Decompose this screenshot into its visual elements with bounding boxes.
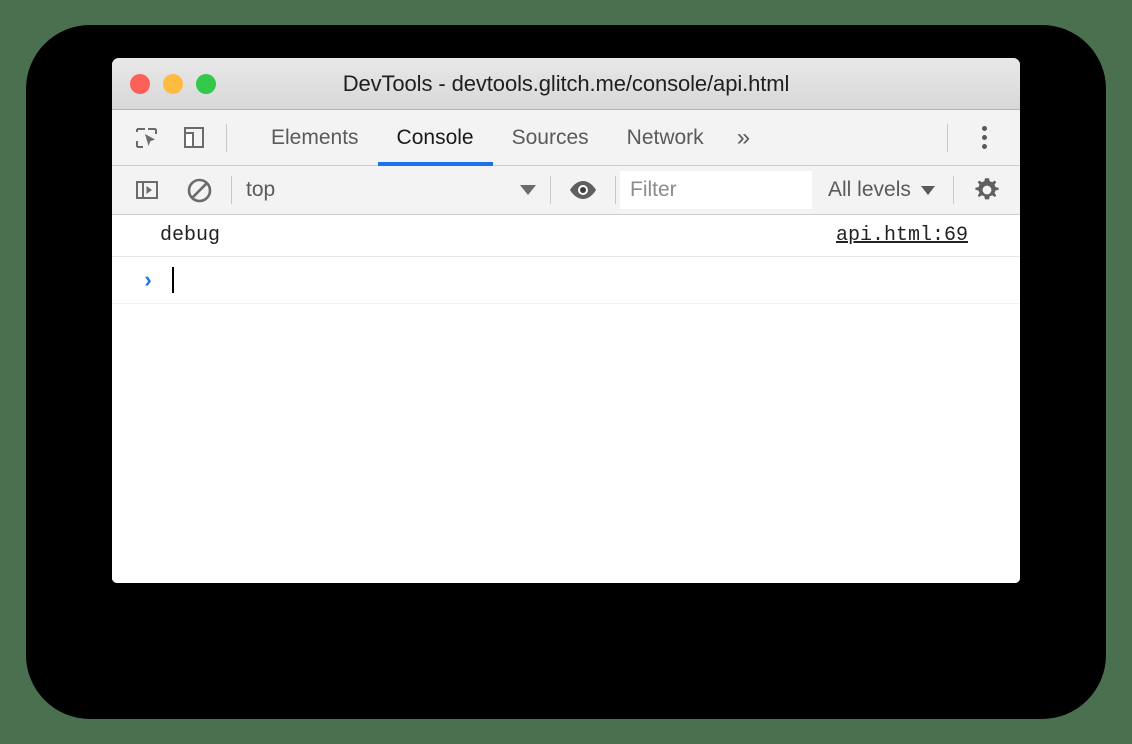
chevron-down-icon <box>520 185 536 195</box>
text-cursor <box>172 267 174 293</box>
console-filter-bar: top Filter All levels <box>112 166 1020 215</box>
log-level-selector[interactable]: All levels <box>812 178 953 202</box>
chevron-down-icon <box>920 185 935 195</box>
more-options-button[interactable] <box>964 118 1004 158</box>
devtools-window: DevTools - devtools.glitch.me/console/ap… <box>112 58 1020 583</box>
device-toolbar-button[interactable] <box>175 119 213 157</box>
filter-divider-3 <box>615 176 616 204</box>
tab-elements[interactable]: Elements <box>252 110 378 165</box>
tab-bar-right <box>947 110 1020 165</box>
console-message-text: debug <box>160 224 221 247</box>
settings-button[interactable] <box>954 175 1016 205</box>
live-expression-button[interactable] <box>551 179 615 201</box>
clear-console-button[interactable] <box>180 171 218 209</box>
window-title: DevTools - devtools.glitch.me/console/ap… <box>342 70 790 96</box>
window-controls <box>112 73 216 94</box>
execution-context-value: top <box>246 178 276 201</box>
console-prompt-row[interactable]: › <box>112 257 1020 304</box>
tab-sources[interactable]: Sources <box>493 110 608 165</box>
inspect-element-button[interactable] <box>128 119 166 157</box>
device-toolbar-icon <box>184 126 204 148</box>
maximize-window-button[interactable] <box>196 73 216 94</box>
console-message-row[interactable]: debug api.html:69 <box>112 215 1020 257</box>
filter-input[interactable]: Filter <box>620 171 812 209</box>
console-message-source-link[interactable]: api.html:69 <box>836 224 968 247</box>
kebab-dot <box>981 135 987 140</box>
console-toolbar-tools <box>128 171 231 209</box>
console-prompt-icon: › <box>144 267 152 292</box>
tab-network[interactable]: Network <box>608 110 723 165</box>
close-window-button[interactable] <box>130 73 150 94</box>
inspect-element-icon <box>136 127 157 148</box>
console-output: debug api.html:69 › <box>112 215 1020 583</box>
console-sidebar-icon <box>136 181 158 199</box>
execution-context-selector[interactable]: top <box>232 178 550 202</box>
tab-console[interactable]: Console <box>377 110 493 166</box>
tab-bar-tools <box>112 110 238 165</box>
more-tabs-button[interactable]: » <box>723 110 764 165</box>
gear-icon <box>975 178 999 200</box>
panel-tabs: Elements Console Sources Network » <box>238 110 947 166</box>
console-sidebar-button[interactable] <box>128 171 166 209</box>
clear-console-icon <box>187 178 211 202</box>
toolbar-divider-right <box>947 123 948 152</box>
kebab-dot <box>981 144 987 149</box>
toolbar-divider <box>226 123 227 152</box>
devtools-tab-bar: Elements Console Sources Network » <box>112 110 1020 166</box>
minimize-window-button[interactable] <box>163 73 183 94</box>
title-bar: DevTools - devtools.glitch.me/console/ap… <box>112 58 1020 110</box>
log-level-value: All levels <box>828 178 911 201</box>
kebab-dot <box>981 126 987 131</box>
eye-icon <box>570 181 596 199</box>
